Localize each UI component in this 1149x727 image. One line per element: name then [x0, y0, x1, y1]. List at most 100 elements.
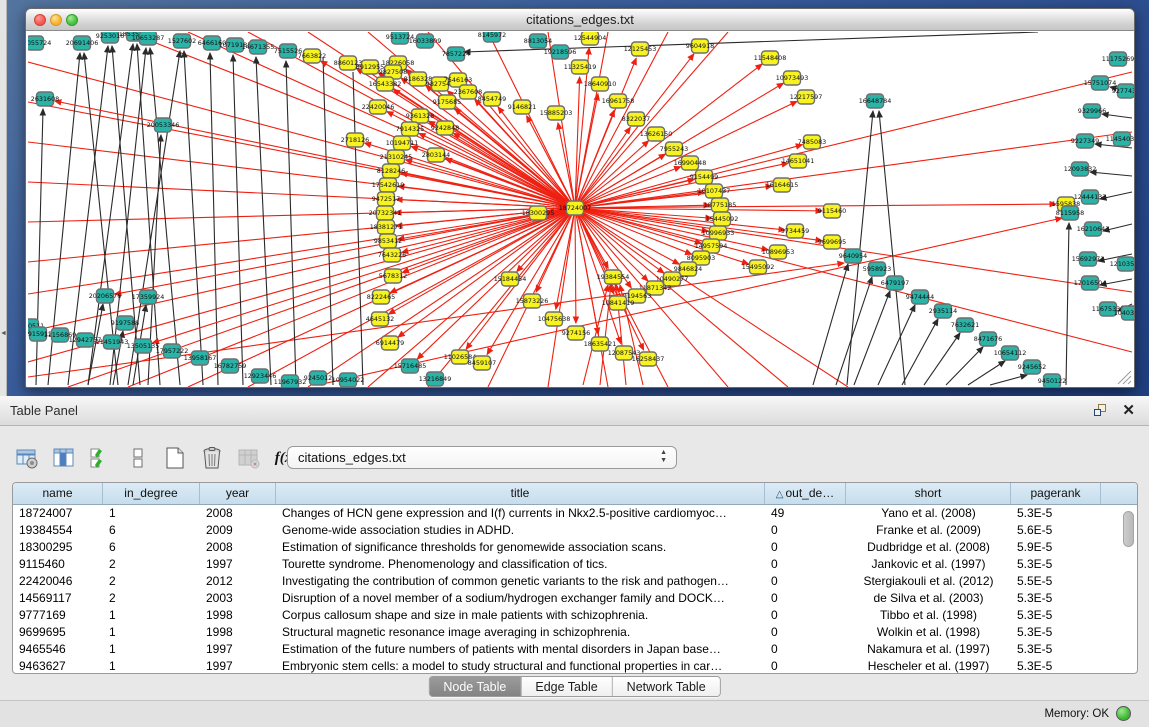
- table-scrollbar-thumb[interactable]: [1123, 511, 1134, 547]
- graph-node-yellow[interactable]: 14651041: [782, 154, 815, 168]
- graph-node-teal[interactable]: 16648784: [859, 94, 892, 108]
- graph-node-teal[interactable]: 12093832: [1064, 162, 1097, 176]
- graph-node-teal[interactable]: 7632621: [951, 318, 979, 332]
- graph-node-teal[interactable]: 12923446: [244, 369, 277, 383]
- graph-node-yellow[interactable]: 9154499: [690, 170, 718, 184]
- graph-node-yellow[interactable]: 22420046: [362, 100, 395, 114]
- column-header-pagerank[interactable]: pagerank: [1011, 483, 1101, 504]
- edge[interactable]: [575, 208, 701, 243]
- graph-node-yellow[interactable]: 16258437: [632, 352, 665, 366]
- graph-node-teal[interactable]: 5958923: [863, 262, 891, 276]
- column-header-title[interactable]: title: [276, 483, 765, 504]
- column-header-year[interactable]: year: [200, 483, 276, 504]
- graph-node-teal[interactable]: 19218596: [544, 45, 577, 59]
- graph-node-yellow[interactable]: 9115460: [818, 204, 846, 218]
- graph-node-yellow[interactable]: 18381271: [370, 220, 403, 234]
- column-header-short[interactable]: short: [846, 483, 1011, 504]
- tab-node-table[interactable]: Node Table: [429, 677, 521, 696]
- graph-node-yellow[interactable]: 8128246: [377, 164, 405, 178]
- graph-node-teal[interactable]: 10403544: [1114, 306, 1134, 320]
- graph-node-yellow[interactable]: 18640910: [584, 77, 617, 91]
- edge[interactable]: [1066, 223, 1069, 385]
- graph-node-teal[interactable]: 14055724: [28, 36, 51, 50]
- graph-node-teal[interactable]: 16782759: [214, 359, 247, 373]
- graph-node-yellow[interactable]: 10475638: [538, 312, 571, 326]
- edge[interactable]: [390, 208, 575, 293]
- graph-node-teal[interactable]: 13216849: [419, 372, 452, 386]
- graph-node-yellow[interactable]: 15495092: [742, 260, 775, 274]
- network-canvas[interactable]: 1872400718300295766382288601238912955182…: [28, 32, 1134, 387]
- edge[interactable]: [455, 108, 575, 208]
- table-row[interactable]: 1872400712008Changes of HCN gene express…: [13, 505, 1137, 522]
- graph-node-yellow[interactable]: 13626150: [640, 127, 673, 141]
- graph-node-yellow[interactable]: 10896953: [762, 245, 795, 259]
- float-panel-icon[interactable]: [1093, 403, 1109, 419]
- graph-node-yellow[interactable]: 8454749: [478, 92, 506, 106]
- table-row[interactable]: 1456911722003Disruption of a novel membe…: [13, 590, 1137, 607]
- graph-node-yellow[interactable]: 15184454: [494, 272, 527, 286]
- graph-node-yellow[interactable]: 9472517: [372, 192, 400, 206]
- close-panel-icon[interactable]: ✕: [1122, 401, 1135, 419]
- edge[interactable]: [968, 361, 1005, 385]
- table-row[interactable]: 1938455462009Genome-wide association stu…: [13, 522, 1137, 539]
- graph-node-yellow[interactable]: 16543382: [369, 77, 402, 91]
- graph-node-yellow[interactable]: 9604918: [686, 39, 714, 53]
- graph-node-teal[interactable]: 11454034: [1106, 132, 1134, 146]
- edge[interactable]: [318, 218, 1062, 385]
- edge[interactable]: [353, 72, 363, 385]
- table-row[interactable]: 2242004622012Investigating the contribut…: [13, 573, 1137, 590]
- graph-node-yellow[interactable]: 10996933: [702, 226, 735, 240]
- graph-node-teal[interactable]: 9277433: [1112, 84, 1134, 98]
- graph-node-teal[interactable]: 11967932: [274, 375, 307, 387]
- graph-node-yellow[interactable]: 9853412: [374, 234, 402, 248]
- table-row[interactable]: 946362711997Embryonic stem cells: a mode…: [13, 658, 1137, 674]
- table-row[interactable]: 946554611997Estimation of the future num…: [13, 641, 1137, 658]
- graph-node-teal[interactable]: 15692971: [1072, 252, 1105, 266]
- tab-edge-table[interactable]: Edge Table: [521, 677, 612, 696]
- edge[interactable]: [575, 186, 772, 208]
- graph-node-yellow[interactable]: 11325419: [564, 60, 597, 74]
- graph-node-teal[interactable]: 9227349: [1071, 134, 1099, 148]
- edge[interactable]: [990, 375, 1027, 385]
- graph-node-yellow[interactable]: 7643226: [378, 248, 406, 262]
- table-selector-dropdown[interactable]: citations_edges.txt ▲▼: [287, 446, 677, 469]
- resize-grip-icon[interactable]: [1114, 367, 1132, 385]
- graph-node-teal[interactable]: 8471676: [974, 332, 1002, 346]
- graph-node-teal[interactable]: 13505135: [127, 339, 160, 353]
- table-row[interactable]: 969969511998Structural magnetic resonanc…: [13, 624, 1137, 641]
- graph-node-teal[interactable]: 9640954: [839, 249, 867, 263]
- graph-node-teal[interactable]: 10653287: [132, 32, 165, 45]
- graph-node-yellow[interactable]: 4645132: [366, 312, 394, 326]
- edge[interactable]: [878, 305, 915, 385]
- table-row[interactable]: 911546021997Tourette syndrome. Phenomeno…: [13, 556, 1137, 573]
- graph-node-yellow[interactable]: 7485083: [798, 135, 826, 149]
- graph-node-teal[interactable]: 20691406: [66, 36, 99, 50]
- graph-node-yellow[interactable]: 11548408: [754, 51, 787, 65]
- graph-node-yellow[interactable]: 15445092: [706, 212, 739, 226]
- graph-node-yellow[interactable]: 6914479: [376, 336, 404, 350]
- edge[interactable]: [575, 208, 576, 323]
- graph-node-teal[interactable]: 9329966: [1078, 104, 1106, 118]
- graph-node-yellow[interactable]: 9175685: [433, 95, 461, 109]
- edge[interactable]: [879, 111, 905, 385]
- graph-node-yellow[interactable]: 8459107: [468, 356, 496, 370]
- graph-node-yellow[interactable]: 17542619: [372, 178, 405, 192]
- graph-node-yellow[interactable]: 9146821: [508, 100, 536, 114]
- graph-node-teal[interactable]: 11451943: [96, 335, 129, 349]
- graph-node-yellow[interactable]: 20732341: [369, 206, 402, 220]
- graph-node-yellow[interactable]: 9361328: [406, 109, 434, 123]
- collapse-arrow-icon[interactable]: ◄: [0, 330, 7, 337]
- edge[interactable]: [924, 333, 960, 385]
- graph-node-yellow[interactable]: 7955243: [660, 142, 688, 156]
- graph-node-teal[interactable]: 10954022: [332, 373, 365, 387]
- graph-node-teal[interactable]: 16033809: [409, 34, 442, 48]
- edge[interactable]: [813, 264, 848, 385]
- graph-node-yellow[interactable]: 8322037: [622, 112, 650, 126]
- graph-node-yellow[interactable]: 10107437: [698, 184, 731, 198]
- edge[interactable]: [847, 111, 873, 385]
- tab-network-table[interactable]: Network Table: [613, 677, 720, 696]
- select-all-rows-icon[interactable]: [88, 445, 114, 471]
- table-settings-icon[interactable]: [14, 445, 40, 471]
- edge[interactable]: [233, 55, 243, 385]
- edge[interactable]: [1090, 172, 1132, 176]
